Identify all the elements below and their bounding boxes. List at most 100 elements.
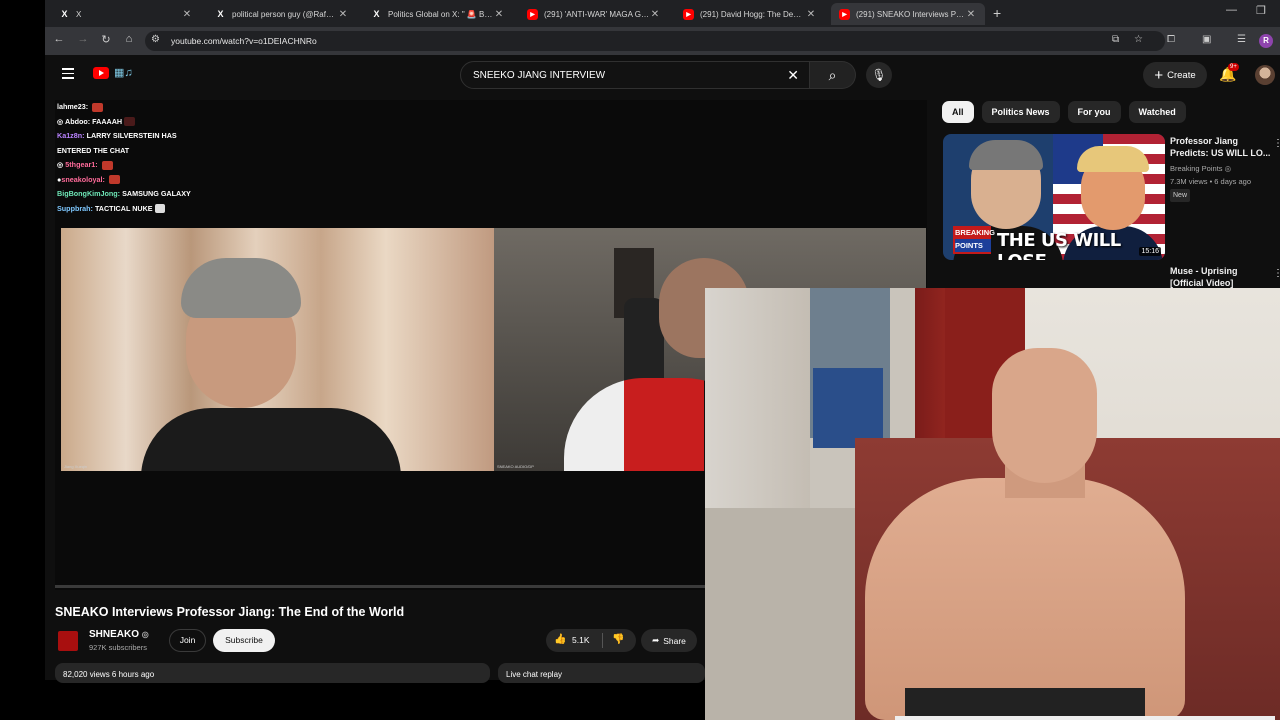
join-button[interactable]: Join bbox=[169, 629, 206, 652]
tab-close-icon[interactable]: ✕ bbox=[965, 9, 977, 20]
recommendation-thumbnail[interactable]: BREAKING POINTS THE US WILL LOSE 15:16 bbox=[943, 134, 1165, 260]
youtube-favicon-icon: ▶ bbox=[683, 8, 694, 20]
reload-icon[interactable]: ↻ bbox=[98, 33, 114, 46]
tab-x[interactable]: X X ✕ bbox=[51, 3, 201, 25]
url-text[interactable]: youtube.com/watch?v=o1DEIACHNRo bbox=[171, 36, 317, 46]
new-tab-icon[interactable]: + bbox=[993, 5, 1001, 21]
feed-label: Jiang Xueqin bbox=[64, 464, 88, 469]
extensions-icon[interactable]: ⧠ bbox=[1167, 34, 1175, 45]
recommendation-channel[interactable]: Breaking Points ◎ bbox=[1170, 162, 1231, 175]
thumb-figure bbox=[969, 140, 1043, 170]
chat-message: ●sneakoloyal: bbox=[57, 173, 357, 188]
tab-political-person[interactable]: X political person guy (@RafaAm ✕ bbox=[207, 3, 357, 25]
tab-title: X bbox=[76, 9, 82, 19]
chip-for-you[interactable]: For you bbox=[1067, 101, 1121, 123]
tab-anti-war[interactable]: ▶ (291) 'ANTI-WAR' MAGA Grifte ✕ bbox=[519, 3, 669, 25]
chat-user: BigBongKimJong: bbox=[57, 189, 121, 198]
mic-icon[interactable]: 🎙 bbox=[866, 62, 892, 88]
clear-search-icon[interactable]: ✕ bbox=[787, 67, 799, 84]
arrow-left-icon[interactable]: ← bbox=[51, 33, 67, 45]
thumbs-down-icon[interactable]: 👎 bbox=[612, 634, 624, 645]
tab-david-hogg[interactable]: ▶ (291) David Hogg: The Democr ✕ bbox=[675, 3, 825, 25]
tab-close-icon[interactable]: ✕ bbox=[493, 9, 505, 20]
person-head bbox=[992, 348, 1097, 483]
thumbs-up-icon[interactable]: 👍 bbox=[554, 634, 566, 645]
chat-text: LARRY SILVERSTEIN HAS bbox=[86, 131, 177, 140]
chat-user: 5thgear1: bbox=[65, 160, 98, 169]
chip-all[interactable]: All bbox=[942, 101, 974, 123]
youtube-favicon-icon: ▶ bbox=[839, 8, 850, 20]
verified-icon: ◎ bbox=[141, 630, 149, 639]
create-button[interactable]: + Create bbox=[1143, 62, 1207, 88]
doodle-icon[interactable]: ▦♫ bbox=[114, 66, 133, 79]
recommendation-title[interactable]: Professor Jiang Predicts: US WILL LO... bbox=[1170, 135, 1278, 159]
like-count[interactable]: 5.1K bbox=[572, 635, 590, 645]
chip-watched[interactable]: Watched bbox=[1128, 101, 1186, 123]
x-logo-icon: X bbox=[217, 9, 224, 19]
channel-name[interactable]: SHNEAKO ◎ bbox=[89, 629, 149, 640]
chat-message: Suppbrah: TACTICAL NUKE bbox=[57, 202, 357, 217]
tab-close-icon[interactable]: ✕ bbox=[805, 9, 817, 20]
live-chat-replay[interactable]: Live chat replay bbox=[498, 663, 705, 683]
install-app-icon[interactable]: ⧉ bbox=[1112, 34, 1119, 45]
x-logo-icon: X bbox=[61, 9, 68, 19]
site-info-icon[interactable]: ⚙ bbox=[151, 34, 160, 45]
more-options-icon[interactable]: ⋮ bbox=[1273, 268, 1280, 279]
chat-text: SAMSUNG GALAXY bbox=[122, 189, 191, 198]
strip bbox=[895, 716, 1275, 720]
home-icon[interactable]: ⌂ bbox=[121, 33, 137, 45]
search-input[interactable]: SNEEKO JIANG INTERVIEW ✕ bbox=[460, 61, 810, 89]
chat-user: Suppbrah: bbox=[57, 203, 93, 213]
hamburger-icon[interactable] bbox=[62, 68, 74, 79]
emote-icon bbox=[92, 102, 104, 112]
recommendation-title[interactable]: Muse - Uprising [Official Video] bbox=[1170, 265, 1250, 289]
arrow-right-icon[interactable]: → bbox=[75, 33, 91, 45]
chat-message: lahme23: bbox=[57, 100, 357, 115]
chat-message: ◎ 5thgear1: bbox=[57, 158, 357, 173]
professor-figure bbox=[141, 258, 401, 471]
boxes bbox=[813, 368, 883, 448]
description-box[interactable]: 82,020 views 6 hours ago bbox=[55, 663, 490, 683]
address-bar-row: ← → ↻ ⌂ ⚙ youtube.com/watch?v=o1DEIACHNR… bbox=[45, 27, 1280, 55]
like-dislike-group: 👍 5.1K 👎 bbox=[546, 629, 636, 652]
chat-message: Ka1z8n: LARRY SILVERSTEIN HAS bbox=[57, 129, 357, 144]
share-button[interactable]: ➦ Share bbox=[641, 629, 697, 652]
chat-user: Abdoo: bbox=[65, 116, 91, 126]
video-feed-professor: Jiang Xueqin bbox=[61, 228, 494, 471]
subscribe-button[interactable]: Subscribe bbox=[213, 629, 275, 652]
video-title: SNEAKO Interviews Professor Jiang: The E… bbox=[55, 605, 405, 619]
screen: X X ✕ X political person guy (@RafaAm ✕ … bbox=[0, 0, 1280, 720]
create-label: Create bbox=[1167, 69, 1196, 81]
minimize-icon[interactable]: — bbox=[1226, 4, 1237, 16]
sidepanel-icon[interactable]: ▣ bbox=[1202, 34, 1211, 45]
chip-politics-news[interactable]: Politics News bbox=[981, 101, 1060, 123]
tab-title: Politics Global on X: " 🚨 BRE bbox=[388, 9, 493, 19]
emote-icon bbox=[101, 160, 113, 170]
duration-badge: 15:16 bbox=[1139, 247, 1161, 256]
more-options-icon[interactable]: ⋮ bbox=[1273, 138, 1280, 149]
chat-text: ENTERED THE CHAT bbox=[57, 145, 130, 155]
figure-body bbox=[141, 408, 401, 471]
tab-title: (291) 'ANTI-WAR' MAGA Grifte bbox=[544, 9, 649, 19]
tab-title: (291) David Hogg: The Democr bbox=[700, 9, 805, 19]
account-avatar[interactable] bbox=[1255, 65, 1275, 85]
tab-close-icon[interactable]: ✕ bbox=[649, 9, 661, 20]
star-icon[interactable]: ☆ bbox=[1134, 34, 1143, 45]
search-query[interactable]: SNEEKO JIANG INTERVIEW bbox=[473, 70, 605, 81]
tab-close-icon[interactable]: ✕ bbox=[337, 9, 349, 20]
maximize-icon[interactable]: ❐ bbox=[1256, 4, 1266, 17]
new-badge: New bbox=[1170, 188, 1191, 202]
chat-user: lahme23: bbox=[57, 102, 89, 111]
tab-politics-global[interactable]: X Politics Global on X: " 🚨 BRE ✕ bbox=[363, 3, 513, 25]
search-icon[interactable]: ⌕ bbox=[810, 61, 856, 89]
left-border bbox=[0, 0, 45, 720]
tab-close-icon[interactable]: ✕ bbox=[181, 9, 193, 20]
tab-search-icon[interactable]: ☰ bbox=[1237, 34, 1246, 45]
channel-avatar[interactable] bbox=[58, 631, 78, 651]
tab-sneako-active[interactable]: ▶ (291) SNEAKO Interviews Profe ✕ bbox=[831, 3, 985, 25]
youtube-logo-icon[interactable] bbox=[93, 67, 109, 79]
omnibox[interactable]: ⚙ youtube.com/watch?v=o1DEIACHNRo bbox=[145, 31, 1165, 51]
profile-avatar[interactable]: R bbox=[1259, 34, 1273, 48]
plus-icon: + bbox=[1154, 66, 1164, 84]
chat-user: sneakoloyal: bbox=[61, 174, 105, 184]
